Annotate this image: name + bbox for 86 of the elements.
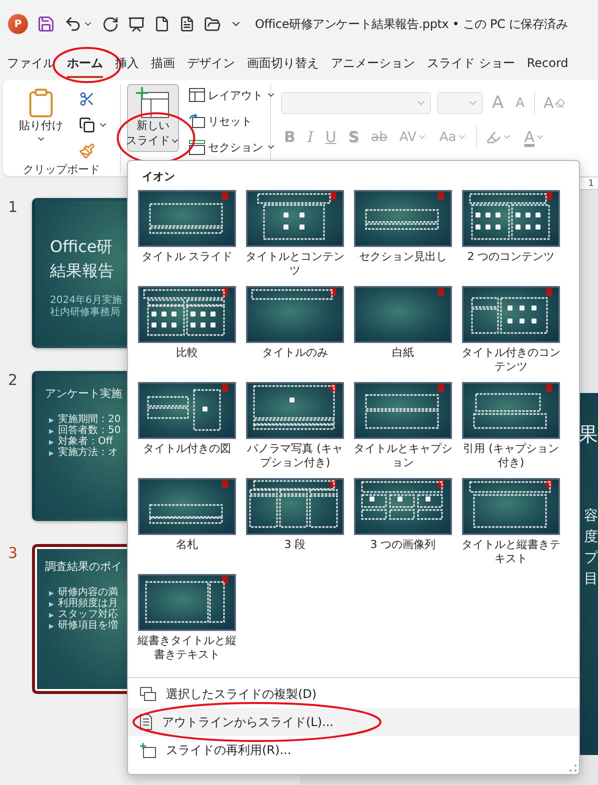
- layout-option[interactable]: 2 つのコンテンツ: [457, 190, 565, 286]
- ribbon-tab[interactable]: アニメーション: [331, 50, 415, 78]
- document-icon: [179, 16, 195, 32]
- menu-item[interactable]: アウトラインからスライド(L)...: [128, 708, 579, 736]
- bullet-text: 実施期間：20: [58, 415, 121, 425]
- ribbon-tab[interactable]: Record: [526, 52, 568, 76]
- bullet-icon: [49, 418, 54, 422]
- layout-option[interactable]: 3 つの画像列: [349, 478, 457, 574]
- reuse-slide-icon: [140, 742, 156, 758]
- bullet-icon: [49, 450, 54, 456]
- group-label: クリップボード: [23, 162, 100, 177]
- bullet-icon: [49, 428, 54, 434]
- layout-option[interactable]: パノラマ写真 (キャプション付き): [241, 382, 349, 478]
- menu-item[interactable]: スライドの再利用(R)...: [128, 736, 579, 764]
- bullet-text: 利用頻度は月: [58, 599, 118, 609]
- slide-title: 調査結果のポイ: [45, 559, 122, 575]
- layout-option[interactable]: タイトルのみ: [241, 286, 349, 382]
- slide-title: Office研: [50, 236, 113, 258]
- paintbrush-icon: [79, 143, 95, 159]
- slide-title: アンケート実施: [45, 386, 122, 402]
- menu-item[interactable]: 選択したスライドの複製(D): [128, 680, 579, 708]
- menu-heading: イオン: [141, 169, 176, 185]
- reset-icon: [189, 114, 205, 128]
- layout-option[interactable]: 引用 (キャプション付き): [457, 382, 565, 478]
- redo-icon: [102, 16, 119, 32]
- bullet-text: スタッフ対応: [58, 610, 118, 620]
- slide-command-button[interactable]: リセット: [187, 110, 278, 132]
- layout-option[interactable]: 縦書きタイトルと縦書きテキスト: [133, 574, 241, 670]
- slide-command-button[interactable]: セクション: [187, 136, 278, 158]
- highlighter-icon: [486, 130, 502, 144]
- layout-option[interactable]: タイトルとコンテンツ: [241, 190, 349, 286]
- layout-icon: [189, 88, 205, 102]
- slide-number: 1: [7, 198, 19, 218]
- document-icon: [140, 714, 152, 730]
- ribbon-tab[interactable]: 描画: [151, 50, 175, 78]
- layout-option[interactable]: 名札: [133, 478, 241, 574]
- bullet-text: 実施方法：オ: [58, 448, 118, 458]
- slide-number: 2: [7, 371, 19, 391]
- ruler-number: 1: [588, 178, 594, 188]
- bullet-text: プ: [584, 549, 598, 568]
- undo-icon: [64, 15, 82, 33]
- layout-option[interactable]: タイトル付きのコンテンツ: [457, 286, 565, 382]
- slide-subtitle: 2024年6月実施: [50, 295, 122, 306]
- paste-button[interactable]: 貼り付け: [13, 84, 69, 147]
- bullet-icon: [49, 590, 54, 596]
- bullet-text: 研修内容の満: [58, 588, 118, 598]
- scissors-icon: [79, 91, 95, 107]
- layout-option[interactable]: 3 段: [241, 478, 349, 574]
- copy-icon: [79, 117, 95, 133]
- layout-option[interactable]: 比較: [133, 286, 241, 382]
- new-slide-button[interactable]: 新しい スライド: [127, 84, 179, 152]
- ribbon-tab[interactable]: 画面切り替え: [247, 50, 319, 78]
- bullet-text: 容: [584, 507, 598, 526]
- bullet-text: 目: [584, 570, 598, 589]
- file-icon: [154, 16, 170, 32]
- layout-option[interactable]: タイトルと縦書きテキスト: [457, 478, 565, 574]
- folder-icon: [204, 16, 221, 32]
- layout-option[interactable]: セクション見出し: [349, 190, 457, 286]
- layout-option[interactable]: 白紙: [349, 286, 457, 382]
- layout-option[interactable]: タイトル スライド: [133, 190, 241, 286]
- bullet-icon: [49, 440, 54, 444]
- slide-command-button[interactable]: レイアウト: [187, 84, 278, 106]
- ribbon-tab[interactable]: スライド ショー: [427, 50, 515, 78]
- eraser-icon: [554, 98, 565, 108]
- window-title: Office研修アンケート結果報告.pptx • この PC に保存済み: [255, 16, 568, 32]
- layout-option[interactable]: タイトルとキャプション: [349, 382, 457, 478]
- slide-title: 果: [578, 421, 598, 448]
- slide-subtitle: 社内研修事務局: [50, 307, 120, 319]
- bullet-text: 対象者：Off: [58, 437, 113, 447]
- new-slide-icon: [136, 87, 170, 119]
- bullet-icon: [49, 624, 54, 628]
- bullet-icon: [49, 612, 54, 618]
- bullet-text: 度: [584, 528, 598, 547]
- layout-option[interactable]: タイトル付きの図: [133, 382, 241, 478]
- bullet-text: 回答者数：50: [58, 426, 121, 436]
- app-logo: P: [8, 14, 28, 34]
- presentation-icon: [128, 16, 145, 32]
- resize-grip-icon: [569, 764, 577, 772]
- section-icon: [189, 140, 205, 154]
- bullet-text: 研修項目を増: [58, 621, 118, 631]
- save-icon: [37, 15, 55, 33]
- ribbon-tab[interactable]: デザイン: [187, 50, 235, 78]
- duplicate-slide-icon: [140, 687, 156, 701]
- slide-number: 3: [7, 544, 19, 564]
- bullet-icon: [49, 602, 54, 606]
- slide-title: 結果報告: [50, 260, 114, 282]
